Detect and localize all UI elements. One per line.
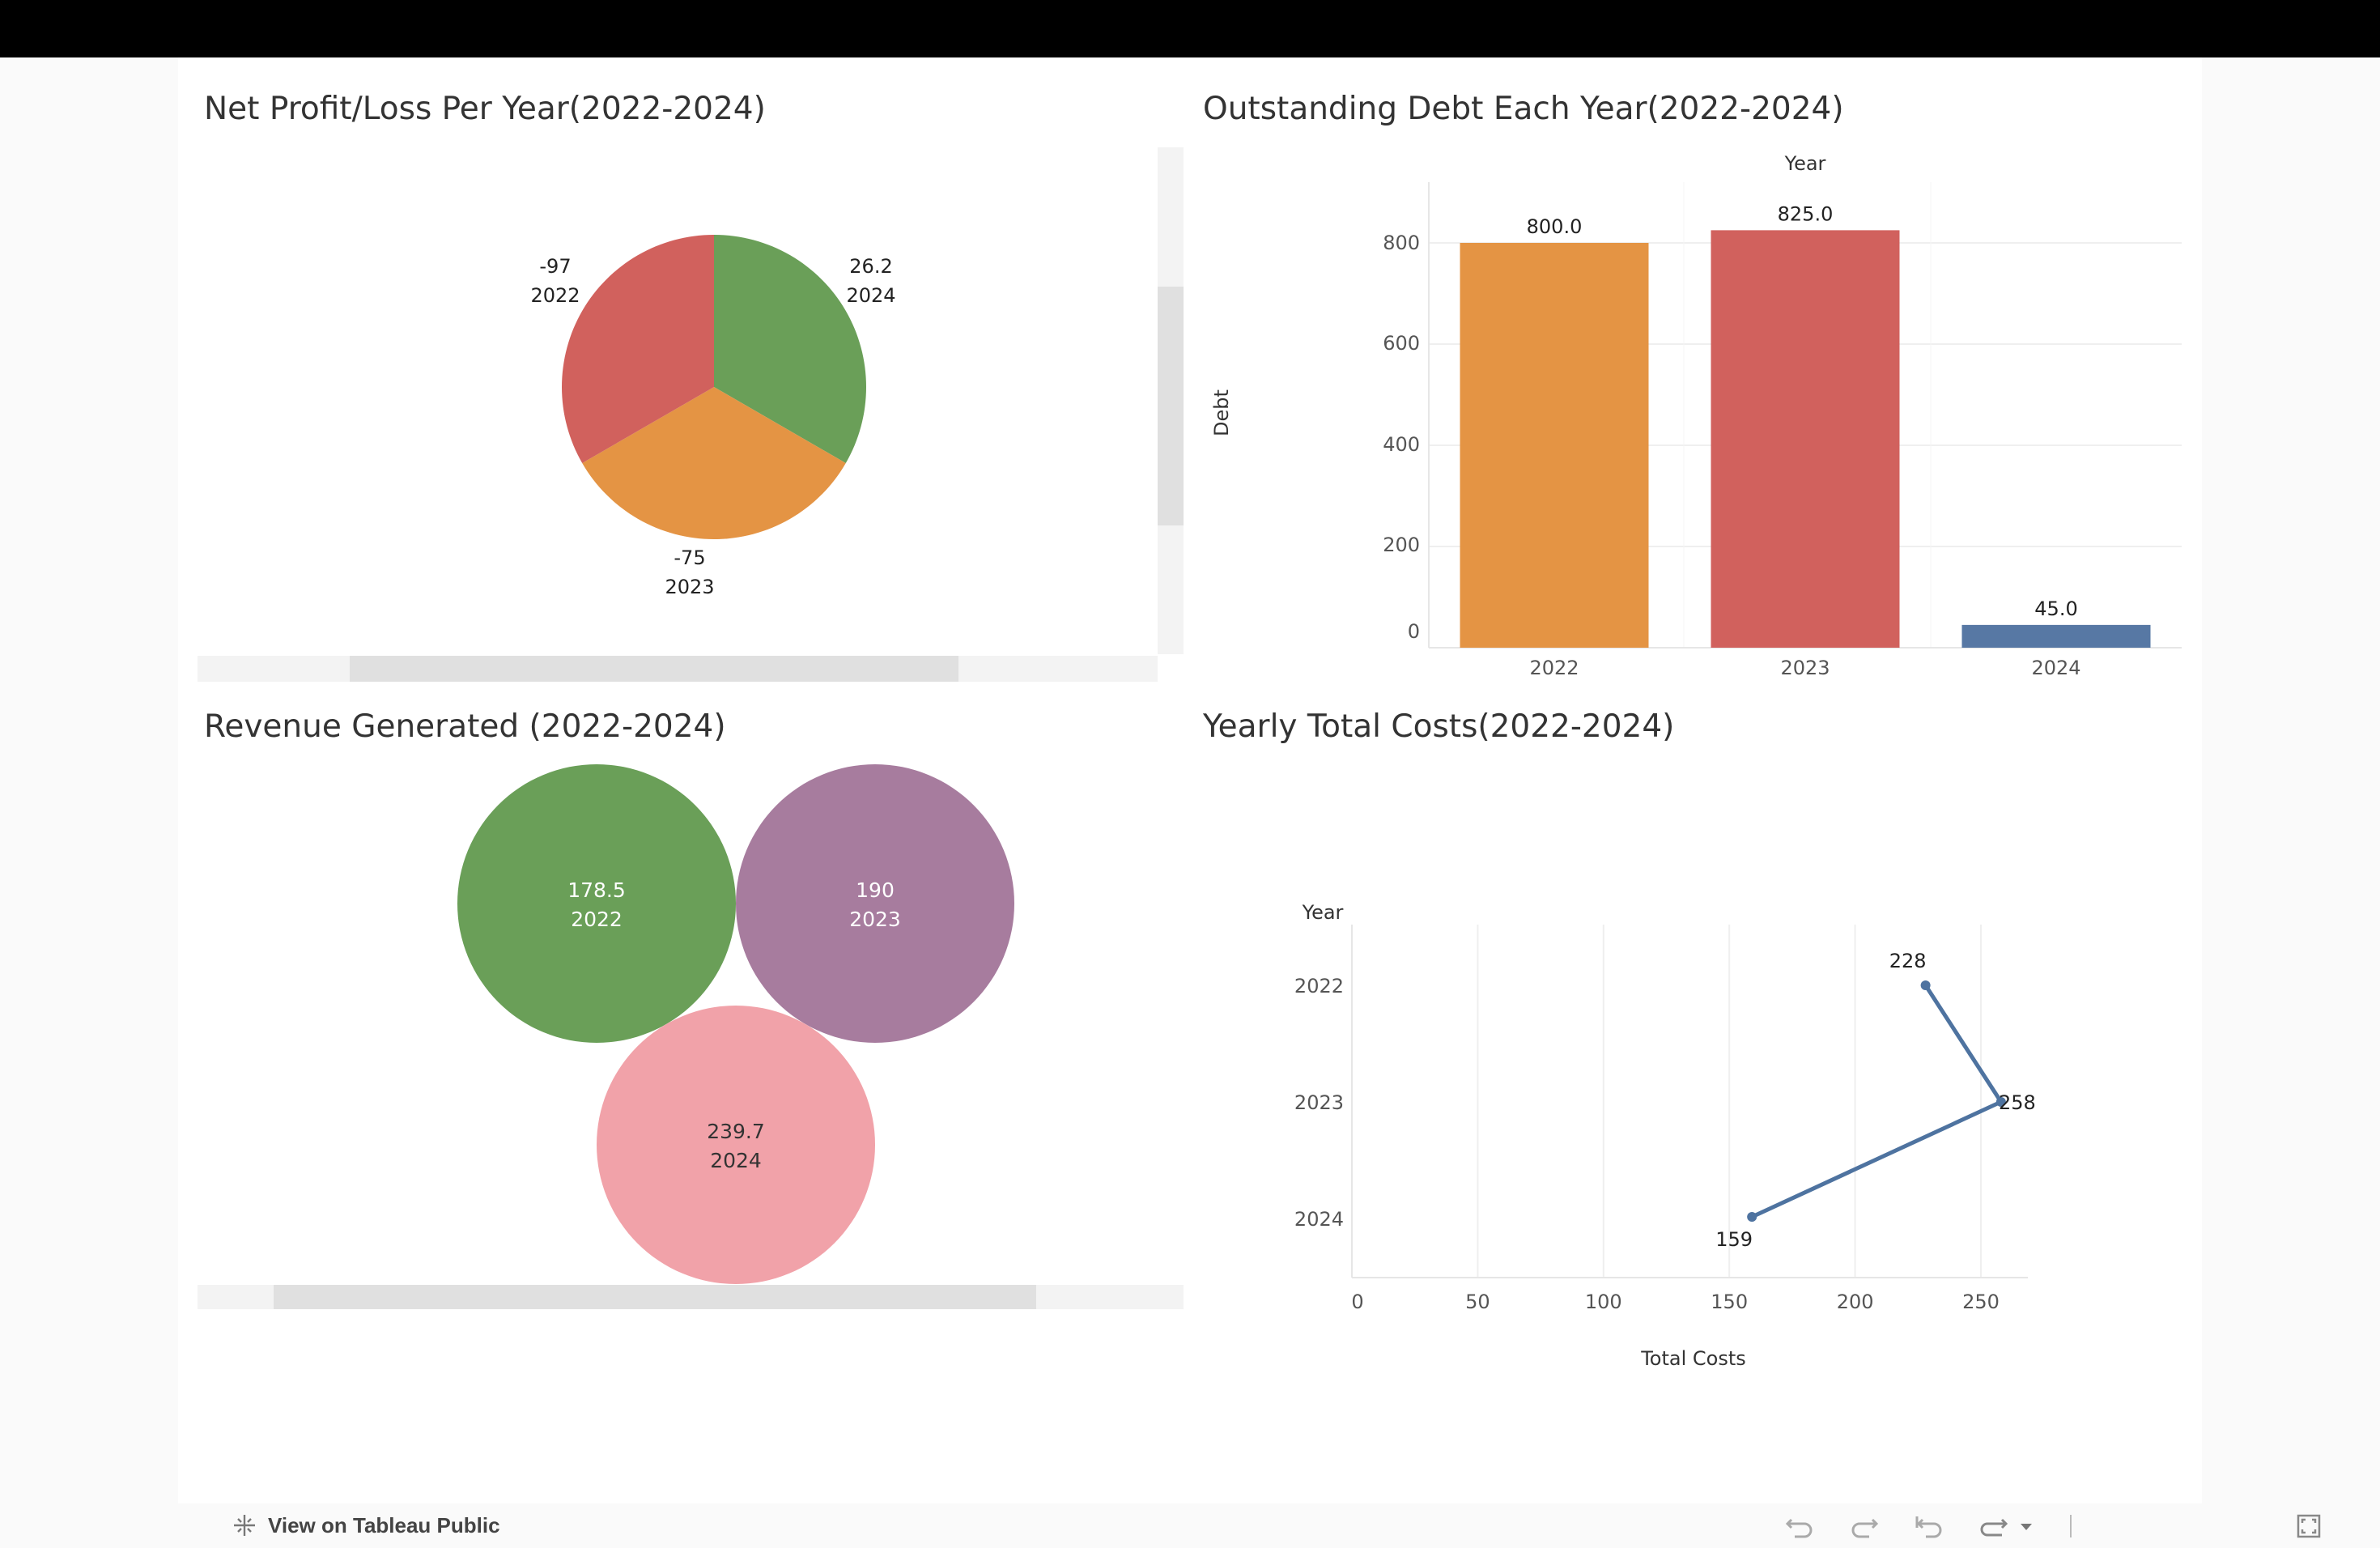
pie-value-label-2024: 26.2	[849, 255, 892, 278]
line-value-label: 228	[1889, 950, 1927, 972]
bar-x-tick-label: 2022	[1529, 657, 1579, 679]
line-series-path[interactable]	[1751, 984, 2004, 1219]
line-y-axis-title: Year	[1302, 901, 1344, 924]
bar-value-label: 45.0	[2034, 598, 2077, 620]
line-value-label: 159	[1715, 1228, 1753, 1251]
refresh-dropdown-icon[interactable]	[2014, 1512, 2038, 1541]
charts-svg: -97 2022 26.2 2024 -75 2023 Year Debt 80…	[457, 152, 2182, 1370]
line-x-tick-label: 100	[1585, 1291, 1622, 1313]
bar-2022[interactable]	[1460, 243, 1649, 648]
bar-2023[interactable]	[1711, 230, 1900, 648]
bar-y-tick-label: 400	[1383, 433, 1420, 456]
bubble-chart: 178.5 2022 190 2023 239.7 2024	[457, 764, 1014, 1284]
footer-separator	[2070, 1515, 2072, 1537]
bubble-value-label: 178.5	[567, 878, 626, 902]
bar-y-tick-label: 800	[1383, 232, 1420, 254]
pie-value-label-2022: -97	[539, 255, 571, 278]
pie-value-label-2023: -75	[674, 546, 705, 569]
bar-y-tick-label: 200	[1383, 534, 1420, 556]
line-y-tick-label: 2024	[1294, 1208, 1344, 1231]
line-point-2024[interactable]	[1747, 1212, 1757, 1222]
fullscreen-icon[interactable]	[2293, 1512, 2325, 1541]
revert-icon[interactable]	[1913, 1512, 1945, 1541]
view-on-tableau-label: View on Tableau Public	[268, 1512, 500, 1537]
line-x-tick-label: 50	[1465, 1291, 1490, 1313]
line-chart: Year Total Costs 2022 2023 2024 0 50 100 15…	[1294, 901, 2036, 1370]
bar-y-tick-label: 0	[1408, 620, 1420, 643]
line-point-2022[interactable]	[1920, 980, 1931, 990]
line-y-tick-label: 2022	[1294, 975, 1344, 997]
line-x-tick-label: 250	[1962, 1291, 2000, 1313]
refresh-icon[interactable]	[1978, 1512, 2010, 1541]
footer-bar: View on Tableau Public	[178, 1503, 2321, 1548]
bar-value-label: 825.0	[1778, 202, 1834, 225]
bubble-year-label: 2024	[710, 1149, 762, 1172]
view-on-tableau-link[interactable]: View on Tableau Public	[231, 1512, 500, 1539]
bar-2024[interactable]	[1961, 624, 2151, 648]
line-x-tick-label: 150	[1711, 1291, 1748, 1313]
line-x-tick-label: 200	[1837, 1291, 1874, 1313]
bubble-value-label: 190	[856, 878, 895, 902]
bubble-value-label: 239.7	[707, 1120, 765, 1143]
bar-y-tick-label: 600	[1383, 332, 1420, 355]
pie-year-label-2022: 2022	[530, 284, 580, 307]
pie-year-label-2023: 2023	[665, 576, 714, 598]
bar-y-axis-title: Debt	[1210, 389, 1233, 436]
bar-value-label: 800.0	[1527, 215, 1583, 238]
bar-chart: Year Debt 800 600 400 200 0 2022 2023 20…	[1210, 152, 2182, 679]
pie-chart: -97 2022 26.2 2024 -75 2023	[530, 235, 896, 598]
bubble-year-label: 2022	[571, 908, 623, 931]
line-x-axis-title: Total Costs	[1640, 1347, 1746, 1370]
pie-year-label-2024: 2024	[846, 284, 895, 307]
undo-icon[interactable]	[1783, 1512, 1816, 1541]
tableau-logo-icon	[234, 1515, 255, 1536]
bubble-2024[interactable]	[597, 1006, 875, 1284]
bubble-2023[interactable]	[736, 764, 1014, 1043]
line-y-tick-label: 2023	[1294, 1091, 1344, 1114]
bubble-year-label: 2023	[849, 908, 901, 931]
line-value-label: 258	[1999, 1091, 2036, 1114]
redo-icon[interactable]	[1848, 1512, 1881, 1541]
bubble-2022[interactable]	[457, 764, 736, 1043]
bar-x-tick-label: 2023	[1780, 657, 1830, 679]
bar-x-axis-title: Year	[1784, 152, 1826, 175]
bar-x-tick-label: 2024	[2031, 657, 2080, 679]
line-x-tick-label: 0	[1351, 1291, 1363, 1313]
